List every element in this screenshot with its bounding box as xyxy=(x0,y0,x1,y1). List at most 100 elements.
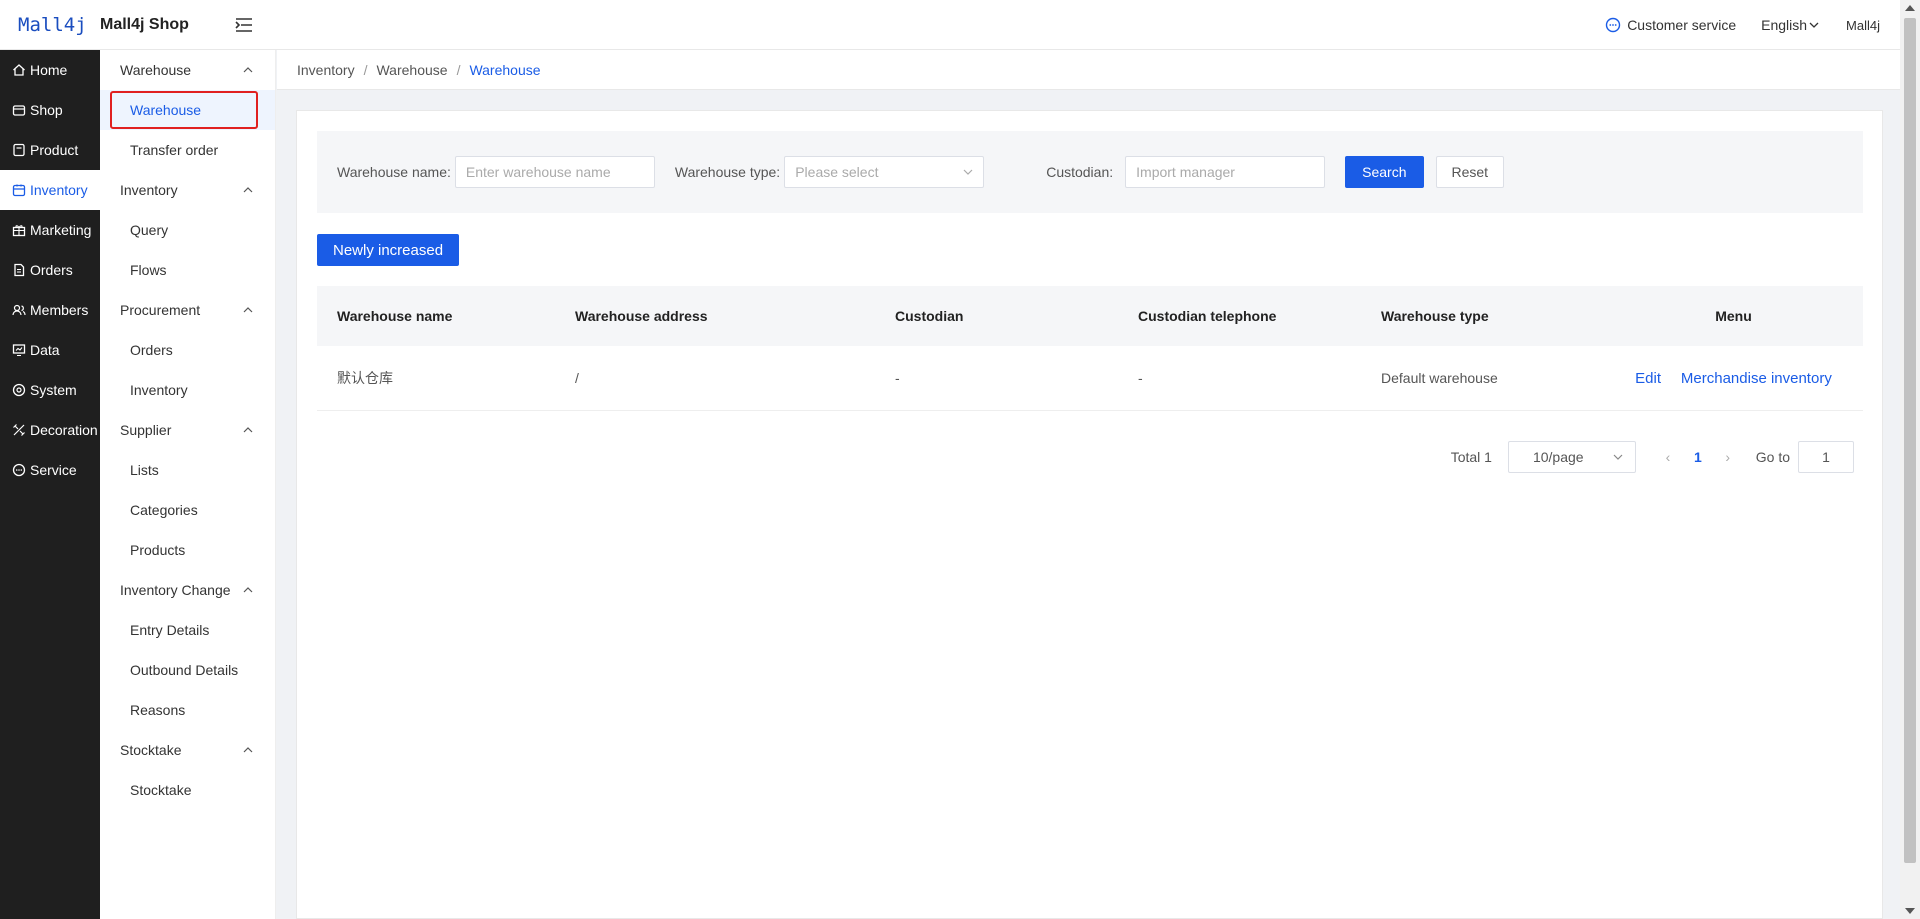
sub-item-lists[interactable]: Lists xyxy=(100,450,275,490)
edit-link[interactable]: Edit xyxy=(1635,370,1661,387)
page-number[interactable]: 1 xyxy=(1694,449,1702,465)
scrollbar[interactable] xyxy=(1900,0,1920,919)
nav-home[interactable]: Home xyxy=(0,50,100,90)
sub-item-categories[interactable]: Categories xyxy=(100,490,275,530)
group-stocktake[interactable]: Stocktake xyxy=(100,730,275,770)
warehouse-table: Warehouse name Warehouse address Custodi… xyxy=(317,286,1863,411)
nav-home-label: Home xyxy=(30,62,68,78)
nav-data-label: Data xyxy=(30,342,60,358)
chevron-down-icon xyxy=(963,169,973,175)
prev-page-icon[interactable]: ‹ xyxy=(1660,449,1676,465)
sub-item-warehouse[interactable]: Warehouse xyxy=(100,90,275,130)
nav-service[interactable]: Service xyxy=(0,450,100,490)
scroll-thumb[interactable] xyxy=(1904,18,1916,863)
nav-orders[interactable]: Orders xyxy=(0,250,100,290)
decoration-icon xyxy=(13,424,25,436)
logo: Mall4j xyxy=(18,13,87,36)
warehouse-name-input[interactable]: Enter warehouse name xyxy=(454,156,655,188)
sub-item-entry-details[interactable]: Entry Details xyxy=(100,610,275,650)
nav-decoration[interactable]: Decoration xyxy=(0,410,100,450)
language-select[interactable]: English xyxy=(1761,17,1819,33)
group-procurement-label: Procurement xyxy=(120,302,201,318)
nav-product[interactable]: Product xyxy=(0,130,100,170)
menu-collapse-icon[interactable] xyxy=(235,17,253,33)
nav-decoration-label: Decoration xyxy=(30,422,98,438)
group-inventory[interactable]: Inventory xyxy=(100,170,275,210)
goto-input[interactable]: 1 xyxy=(1798,441,1854,473)
nav-shop-label: Shop xyxy=(30,102,63,118)
nav-system-label: System xyxy=(30,382,77,398)
scroll-up-icon[interactable] xyxy=(1905,5,1915,11)
chevron-down-icon xyxy=(1809,22,1819,28)
breadcrumb-item[interactable]: Inventory xyxy=(297,62,355,78)
cell-address: / xyxy=(575,370,579,386)
breadcrumb-item[interactable]: Warehouse xyxy=(376,62,447,78)
service-icon xyxy=(12,463,26,477)
add-warehouse-button[interactable]: Newly increased xyxy=(317,234,460,266)
nav-data[interactable]: Data xyxy=(0,330,100,370)
pagination: Total 1 10/page ‹ 1 › Go to 1 xyxy=(1451,441,1854,473)
breadcrumb-separator: / xyxy=(456,61,461,78)
scroll-down-icon[interactable] xyxy=(1905,908,1915,914)
nav-members[interactable]: Members xyxy=(0,290,100,330)
chevron-up-icon xyxy=(243,747,253,753)
cell-telephone: - xyxy=(1138,370,1143,386)
shop-name: Mall4j Shop xyxy=(100,15,189,33)
sub-item-products[interactable]: Products xyxy=(100,530,275,570)
cell-actions: Edit Merchandise inventory xyxy=(1604,370,1863,387)
group-supplier[interactable]: Supplier xyxy=(100,410,275,450)
col-warehouse-name: Warehouse name xyxy=(337,308,453,324)
sub-item-orders[interactable]: Orders xyxy=(100,330,275,370)
nav-inventory-label: Inventory xyxy=(30,182,88,198)
reset-button[interactable]: Reset xyxy=(1435,156,1505,188)
breadcrumb-separator: / xyxy=(363,61,368,78)
orders-icon xyxy=(14,263,25,277)
cell-type: Default warehouse xyxy=(1381,370,1498,386)
sub-item-stocktake[interactable]: Stocktake xyxy=(100,770,275,810)
product-icon xyxy=(13,143,25,157)
group-inventory-change[interactable]: Inventory Change xyxy=(100,570,275,610)
nav-inventory[interactable]: Inventory xyxy=(0,170,100,210)
goto-label: Go to xyxy=(1755,449,1790,465)
cell-name: 默认仓库 xyxy=(337,370,393,386)
page-size-select[interactable]: 10/page xyxy=(1507,441,1636,473)
inventory-icon xyxy=(12,184,26,197)
sub-item-flows[interactable]: Flows xyxy=(100,250,275,290)
sub-item-outbound-details[interactable]: Outbound Details xyxy=(100,650,275,690)
chevron-up-icon xyxy=(243,307,253,313)
sub-item-reasons[interactable]: Reasons xyxy=(100,690,275,730)
search-button[interactable]: Search xyxy=(1345,156,1424,188)
chevron-up-icon xyxy=(243,587,253,593)
system-icon xyxy=(12,383,26,397)
shop-icon xyxy=(12,105,26,116)
custodian-label: Custodian: xyxy=(1046,164,1114,180)
chevron-up-icon xyxy=(243,427,253,433)
nav-marketing[interactable]: Marketing xyxy=(0,210,100,250)
customer-service-link[interactable]: Customer service xyxy=(1605,17,1736,33)
chat-icon xyxy=(1605,17,1621,33)
col-custodian-telephone: Custodian telephone xyxy=(1138,308,1277,324)
total-count: Total 1 xyxy=(1450,449,1492,465)
sub-item-transfer-order[interactable]: Transfer order xyxy=(100,130,275,170)
warehouse-name-label: Warehouse name: xyxy=(337,164,451,180)
nav-members-label: Members xyxy=(30,302,89,318)
sub-sidebar: Warehouse Warehouse Transfer order Inven… xyxy=(100,50,276,919)
nav-product-label: Product xyxy=(30,142,79,158)
page-size-value: 10/page xyxy=(1532,449,1584,465)
warehouse-type-select[interactable]: Please select xyxy=(784,156,985,188)
merchandise-inventory-link[interactable]: Merchandise inventory xyxy=(1681,370,1832,387)
nav-shop[interactable]: Shop xyxy=(0,90,100,130)
sub-item-query[interactable]: Query xyxy=(100,210,275,250)
group-warehouse[interactable]: Warehouse xyxy=(100,50,275,90)
warehouse-type-label: Warehouse type: xyxy=(674,164,781,180)
sub-item-procurement-inventory[interactable]: Inventory xyxy=(100,370,275,410)
custodian-input[interactable]: Import manager xyxy=(1125,156,1326,188)
table-header: Warehouse name Warehouse address Custodi… xyxy=(317,286,1863,346)
nav-system[interactable]: System xyxy=(0,370,100,410)
next-page-icon[interactable]: › xyxy=(1720,449,1736,465)
user-menu[interactable]: Mall4j xyxy=(1846,18,1880,33)
group-procurement[interactable]: Procurement xyxy=(100,290,275,330)
group-inventory-change-label: Inventory Change xyxy=(120,582,231,598)
top-header: Mall4j Mall4j Shop Customer service Engl… xyxy=(0,0,1900,50)
cell-custodian: - xyxy=(895,370,900,386)
